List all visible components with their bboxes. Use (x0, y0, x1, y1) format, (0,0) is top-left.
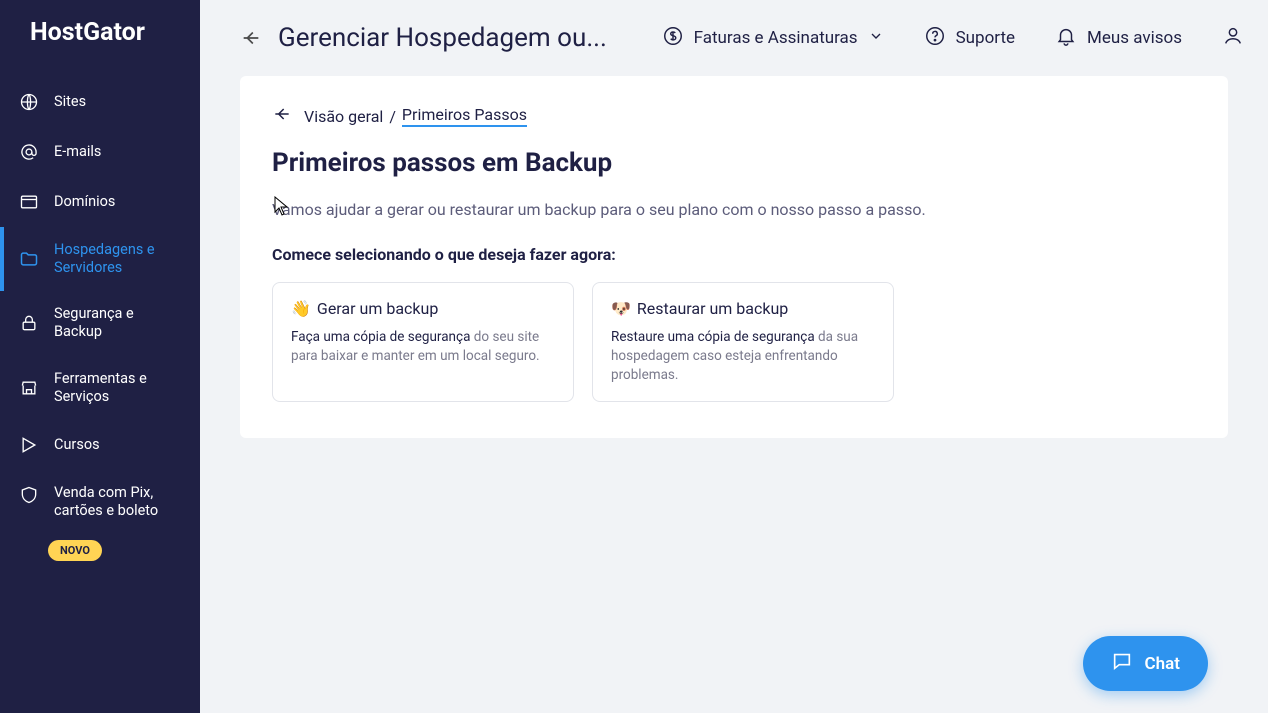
section-heading: Comece selecionando o que deseja fazer a… (272, 245, 1196, 264)
sidebar-item-label: Cursos (54, 436, 100, 454)
dog-emoji-icon: 🐶 (611, 299, 631, 318)
option-card-generate-backup[interactable]: 👋 Gerar um backup Faça uma cópia de segu… (272, 282, 574, 402)
breadcrumb-back-icon[interactable] (272, 104, 292, 128)
badge-novo: NOVO (48, 540, 102, 561)
chat-icon (1111, 650, 1133, 677)
lock-icon (18, 312, 40, 334)
topbar-account[interactable] (1208, 25, 1244, 52)
window-icon (18, 191, 40, 213)
topbar-support[interactable]: Suporte (910, 25, 1029, 52)
content-wrap: Visão geral / Primeiros Passos Primeiros… (200, 76, 1268, 713)
wave-emoji-icon: 👋 (291, 299, 311, 318)
sidebar-item-emails[interactable]: E-mails (0, 127, 200, 177)
folder-icon (18, 248, 40, 270)
page-title: Primeiros passos em Backup (272, 148, 1196, 178)
sidebar-item-ferramentas[interactable]: Ferramentas e Serviços (0, 356, 200, 420)
chat-label: Chat (1145, 654, 1180, 674)
page-header-title: Gerenciar Hospedagem ou... (278, 23, 607, 53)
topbar-notices-label: Meus avisos (1087, 28, 1182, 48)
option-desc: Restaure uma cópia de segurança da sua h… (611, 328, 875, 385)
option-row: 👋 Gerar um backup Faça uma cópia de segu… (272, 282, 1196, 402)
store-icon (18, 377, 40, 399)
sidebar-item-seguranca[interactable]: Segurança e Backup (0, 291, 200, 355)
sidebar-item-dominios[interactable]: Domínios (0, 177, 200, 227)
shield-icon (18, 484, 40, 506)
sidebar-item-label: Domínios (54, 193, 115, 211)
topbar-support-label: Suporte (956, 28, 1015, 48)
user-icon (1222, 25, 1244, 52)
topbar-billing-label: Faturas e Assinaturas (694, 28, 858, 48)
sidebar-item-label: Ferramentas e Serviços (54, 370, 182, 406)
play-icon (18, 434, 40, 456)
sidebar-item-sites[interactable]: Sites (0, 77, 200, 127)
option-card-restore-backup[interactable]: 🐶 Restaurar um backup Restaure uma cópia… (592, 282, 894, 402)
topbar-billing[interactable]: Faturas e Assinaturas (648, 25, 898, 52)
sidebar-item-label: Sites (54, 93, 86, 111)
option-title-label: Gerar um backup (317, 299, 438, 318)
back-arrow-icon[interactable] (240, 27, 262, 49)
topbar-notices[interactable]: Meus avisos (1041, 25, 1196, 52)
dollar-circle-icon (662, 25, 684, 52)
sidebar-item-label: Segurança e Backup (54, 305, 182, 341)
main: Gerenciar Hospedagem ou... Faturas e Ass… (200, 0, 1268, 713)
sidebar-item-cursos[interactable]: Cursos (0, 420, 200, 470)
sidebar-item-venda[interactable]: Venda com Pix, cartões e boleto (0, 470, 200, 534)
breadcrumb-sep: / (389, 107, 396, 126)
option-desc: Faça uma cópia de segurança do seu site … (291, 328, 555, 366)
chat-button[interactable]: Chat (1083, 636, 1208, 691)
content-card: Visão geral / Primeiros Passos Primeiros… (240, 76, 1228, 438)
breadcrumb-current[interactable]: Primeiros Passos (402, 105, 527, 127)
breadcrumb-root[interactable]: Visão geral (304, 107, 383, 126)
help-circle-icon (924, 25, 946, 52)
sidebar: HostGator Sites E-mails Domínios Hospeda… (0, 0, 200, 713)
globe-icon (18, 91, 40, 113)
chevron-down-icon (868, 28, 884, 49)
sidebar-item-hospedagens[interactable]: Hospedagens e Servidores (0, 227, 200, 291)
brand-logo: HostGator (0, 18, 200, 77)
sidebar-item-label: Hospedagens e Servidores (54, 241, 182, 277)
breadcrumb: Visão geral / Primeiros Passos (272, 104, 1196, 128)
page-description: Vamos ajudar a gerar ou restaurar um bac… (272, 200, 1196, 219)
at-icon (18, 141, 40, 163)
option-title-label: Restaurar um backup (637, 299, 788, 318)
bell-icon (1055, 25, 1077, 52)
topbar: Gerenciar Hospedagem ou... Faturas e Ass… (200, 0, 1268, 76)
sidebar-item-label: E-mails (54, 143, 101, 161)
sidebar-item-label: Venda com Pix, cartões e boleto (54, 484, 182, 520)
